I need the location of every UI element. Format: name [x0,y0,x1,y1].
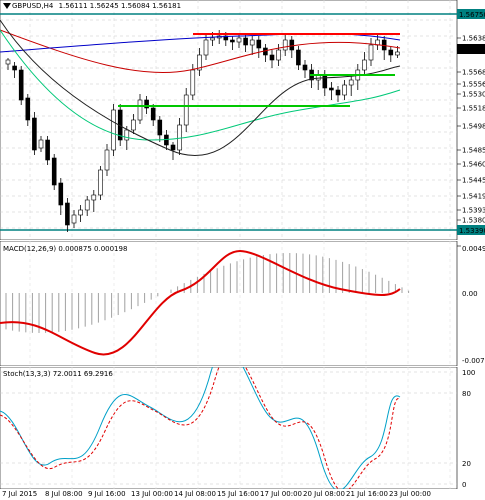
stoch-tick-label: 100 [462,369,475,377]
time-tick-label: 20 Jul 08:00 [303,490,345,498]
price-tick-label: 1.55300 [462,91,485,99]
candle-body[interactable] [124,129,130,141]
candle-body[interactable] [150,107,156,121]
candle-body[interactable] [18,69,24,101]
macd-tick-label: 0.00 [462,290,478,298]
candle-body[interactable] [203,39,209,56]
candle-body[interactable] [84,199,90,211]
time-tick-label: 7 Jul 2015 [2,490,38,498]
candle-body[interactable] [296,49,301,66]
candle-body[interactable] [12,65,17,71]
candle-body[interactable] [210,37,215,41]
price-tick-label: 1.55560 [462,81,485,89]
candle-body[interactable] [177,124,182,151]
candle-body[interactable] [98,169,103,196]
time-tick-label: 23 Jul 00:00 [389,490,431,498]
price-tick-label: 1.54980 [462,123,485,131]
price-low-label: 1.53390 [459,227,485,235]
candle-body[interactable] [322,74,328,89]
time-axis: 7 Jul 2015 8 Jul 08:00 9 Jul 16:00 13 Jul 0… [0,489,485,500]
candle-body[interactable] [71,214,77,224]
candle-body[interactable] [137,99,143,121]
stoch-chart[interactable]: 100 80 20 0 [0,367,485,489]
time-tick-label: 21 Jul 16:00 [346,490,388,498]
candle-body[interactable] [131,119,136,131]
stoch-tick-label: 20 [462,460,471,468]
price-chart-panel[interactable]: 1.563801.561101.556801.555601.553001.551… [0,0,485,240]
candle-body[interactable] [282,39,288,51]
candle-body[interactable] [91,194,97,201]
price-tick-label: 1.54190 [462,193,485,201]
candle-body[interactable] [25,97,31,121]
macd-tick-label: 0.004914 [462,245,485,253]
time-tick-label: 9 Jul 16:00 [88,490,126,498]
stoch-label: Stoch(13,3,3) 72.0011 69.2916 [3,370,113,378]
candle-body[interactable] [111,109,116,151]
candle-body[interactable] [362,59,367,71]
time-tick-label: 14 Jul 08:00 [174,490,216,498]
candle-body[interactable] [256,39,262,49]
candle-body[interactable] [45,139,50,161]
price-high-label: 1.56750 [459,11,485,19]
candle-body[interactable] [230,39,235,43]
price-chart[interactable]: 1.563801.561101.556801.555601.553001.551… [0,0,485,240]
price-tick-label: 1.55680 [462,69,485,77]
price-tick-label: 1.55180 [462,105,485,113]
candle-body[interactable] [269,54,275,61]
candle-body[interactable] [302,64,308,71]
ohlc-values: 1.56111 1.56245 1.56084 1.56181 [58,2,182,10]
candle-body[interactable] [190,69,196,96]
candle-body[interactable] [170,144,176,151]
macd-chart[interactable]: 0.004914 0.00 -0.007612 [0,241,485,366]
candle-body[interactable] [388,49,394,56]
price-tick-label: 1.53800 [462,217,485,225]
stoch-tick-label: 80 [462,390,471,398]
price-tick-label: 1.54600 [462,161,485,169]
candle-body[interactable] [348,79,354,86]
time-tick-label: 17 Jul 00:00 [260,490,302,498]
price-current-label: 1.56181 [459,46,485,54]
symbol-label: GBPUSD,H4 [12,2,54,10]
candle-body[interactable] [65,202,70,226]
candle-body[interactable] [104,149,110,171]
candle-body[interactable] [183,94,189,126]
price-tick-label: 1.54850 [462,147,485,155]
macd-tick-label: -0.007612 [462,357,485,365]
candle-body[interactable] [276,49,281,61]
candle-body[interactable] [58,182,64,206]
candle-body[interactable] [395,51,400,56]
symbol-icon [3,3,11,9]
candle-body[interactable] [51,157,57,186]
macd-label: MACD(12,26,9) 0.000875 0.000198 [3,245,128,253]
time-tick-label: 8 Jul 08:00 [45,490,83,498]
price-tick-label: 1.53930 [462,207,485,215]
time-tick-label: 15 Jul 16:00 [217,490,259,498]
candle-body[interactable] [157,119,163,136]
price-tick-label: 1.54450 [462,177,485,185]
candle-body[interactable] [289,39,295,51]
candle-body[interactable] [249,39,255,46]
candle-body[interactable] [243,37,248,46]
candle-body[interactable] [32,117,37,151]
time-tick-label: 13 Jul 00:00 [131,490,173,498]
price-tick-label: 1.56380 [462,35,485,43]
stoch-panel[interactable]: 100 80 20 0 Stoch(13,3,3) 72.0011 69.2916 [0,367,485,489]
candle-body[interactable] [368,44,374,61]
candle-body[interactable] [335,89,341,96]
stoch-tick-label: 0 [462,481,466,489]
candle-body[interactable] [342,84,347,96]
candle-body[interactable] [236,37,242,43]
candle-body[interactable] [329,87,334,91]
candle-body[interactable] [5,59,11,65]
chart-header: GBPUSD,H4 1.56111 1.56245 1.56084 1.5618… [12,2,181,10]
candle-body[interactable] [38,139,44,149]
candle-body[interactable] [78,209,83,216]
macd-panel[interactable]: 0.004914 0.00 -0.007612 MACD(12,26,9) 0.00… [0,241,485,366]
